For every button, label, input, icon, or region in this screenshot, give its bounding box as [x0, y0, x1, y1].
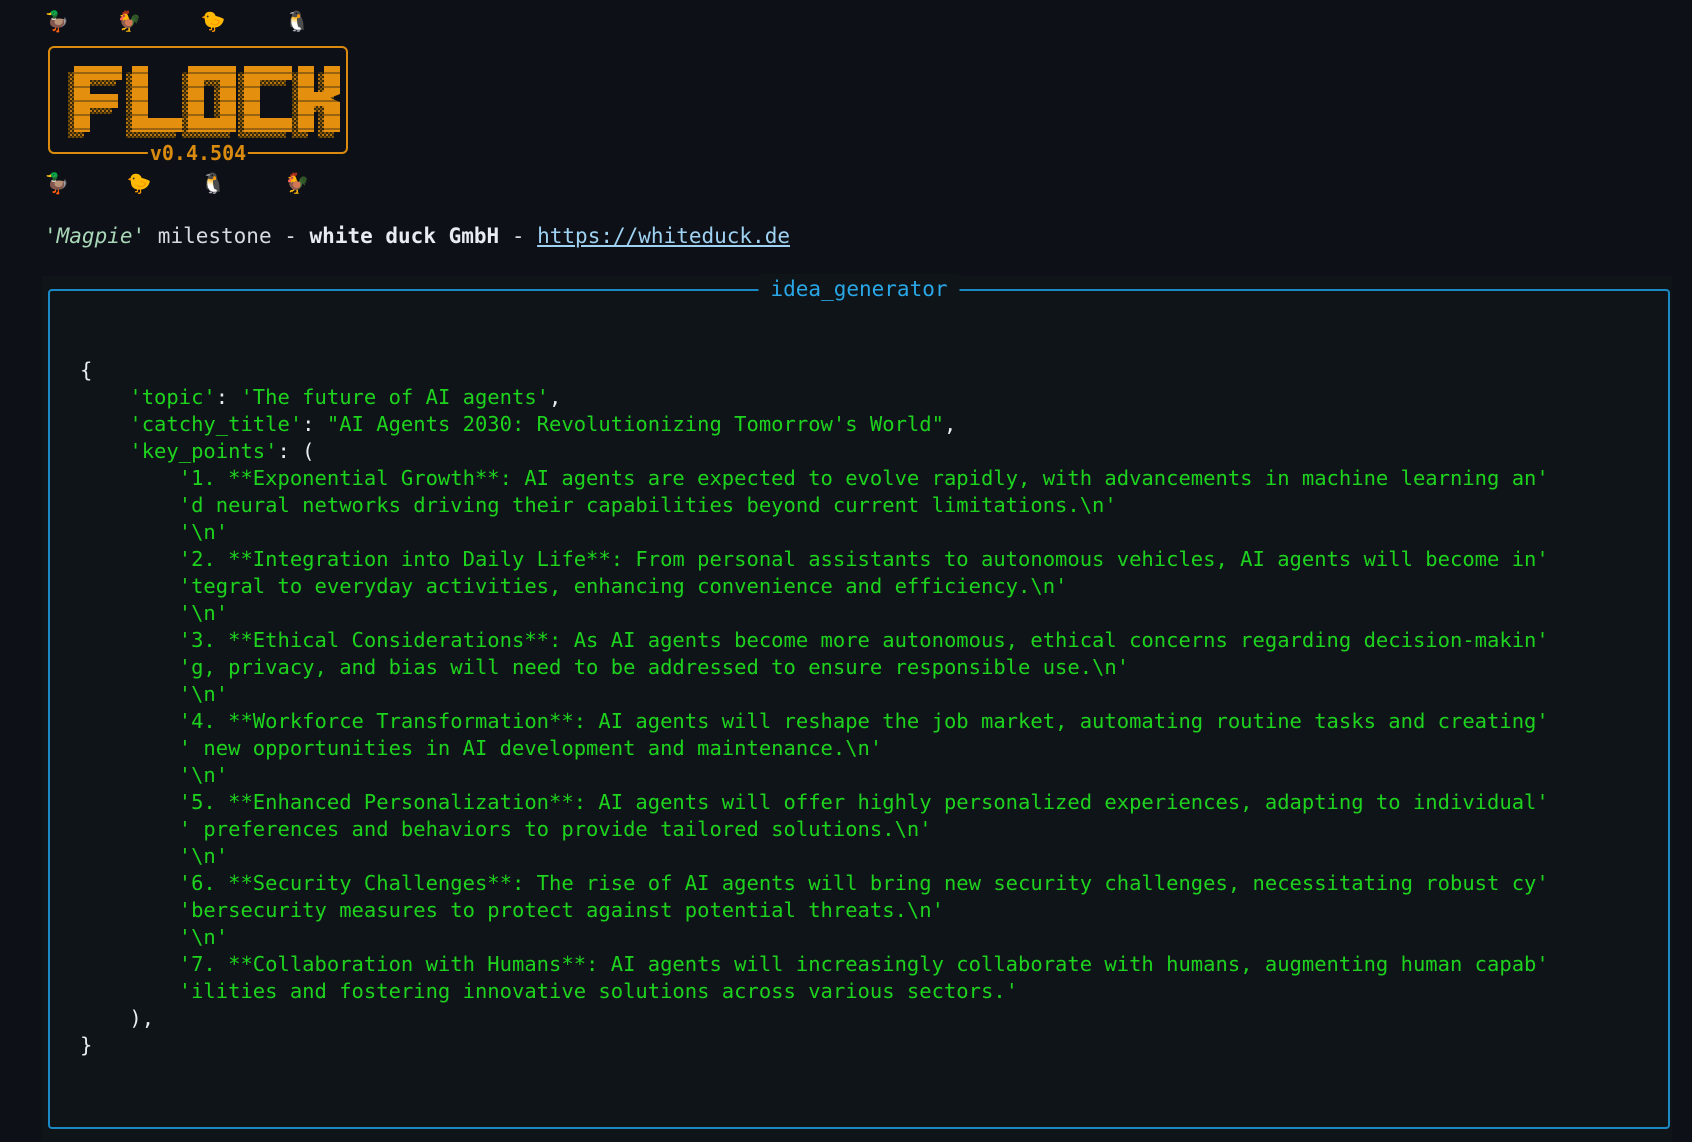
code-line: '\n' [80, 762, 1549, 789]
code-token: '\n' [178, 520, 229, 544]
code-token: : [302, 412, 327, 436]
code-token: , [549, 385, 562, 409]
code-line: 'key_points': ( [80, 438, 1549, 465]
code-token: '4. **Workforce Transformation**: AI age… [178, 709, 1549, 733]
code-token: '1. **Exponential Growth**: AI agents ar… [178, 466, 1549, 490]
code-token: 'ilities and fostering innovative soluti… [178, 979, 1019, 1003]
code-line: 'g, privacy, and bias will need to be ad… [80, 654, 1549, 681]
code-line: 'bersecurity measures to protect against… [80, 897, 1549, 924]
code-token: 'bersecurity measures to protect against… [178, 898, 944, 922]
code-line: 'tegral to everyday activities, enhancin… [80, 573, 1549, 600]
code-token: '\n' [178, 925, 229, 949]
code-token: '5. **Enhanced Personalization**: AI age… [178, 790, 1549, 814]
milestone-suffix: milestone - [145, 224, 310, 248]
code-line: 'catchy_title': "AI Agents 2030: Revolut… [80, 411, 1549, 438]
code-line: '2. **Integration into Daily Life**: Fro… [80, 546, 1549, 573]
emoji-row-bottom: 🦆 🐤 🐧 🐓 [0, 170, 400, 196]
code-line: '7. **Collaboration with Humans**: AI ag… [80, 951, 1549, 978]
code-line: '\n' [80, 519, 1549, 546]
code-token: 'd neural networks driving their capabil… [178, 493, 1117, 517]
company-name: white duck GmbH [309, 224, 500, 248]
code-token: ' preferences and behaviors to provide t… [178, 817, 932, 841]
milestone-line: 'Magpie' milestone - white duck GmbH - h… [44, 222, 790, 250]
code-token: } [80, 1033, 93, 1057]
code-token: '2. **Integration into Daily Life**: Fro… [178, 547, 1549, 571]
code-line: '6. **Security Challenges**: The rise of… [80, 870, 1549, 897]
separator: - [499, 224, 538, 248]
code-line: '\n' [80, 681, 1549, 708]
code-token: , [943, 412, 957, 436]
duck-icon: 🦆 [44, 9, 70, 33]
rooster-icon: 🐓 [284, 171, 310, 195]
code-line: 'd neural networks driving their capabil… [80, 492, 1549, 519]
penguin-icon: 🐧 [284, 9, 310, 33]
code-line: ' preferences and behaviors to provide t… [80, 816, 1549, 843]
code-token: 'key_points' [129, 439, 278, 463]
code-line: { [80, 357, 1549, 384]
code-token: ' new opportunities in AI development an… [178, 736, 883, 760]
code-line: 'topic': 'The future of AI agents', [80, 384, 1549, 411]
code-token: 'catchy_title' [129, 412, 303, 436]
code-token: ), [129, 1006, 155, 1030]
code-token: '\n' [178, 763, 229, 787]
website-link[interactable]: https://whiteduck.de [537, 224, 790, 248]
code-line: '1. **Exponential Growth**: AI agents ar… [80, 465, 1549, 492]
code-line: } [80, 1032, 1549, 1059]
penguin-icon: 🐧 [200, 171, 226, 195]
code-line: '\n' [80, 924, 1549, 951]
code-line: '4. **Workforce Transformation**: AI age… [80, 708, 1549, 735]
flock-logo: v0.4.504 [48, 46, 348, 164]
code-token: '7. **Collaboration with Humans**: AI ag… [178, 952, 1549, 976]
code-token: 'tegral to everyday activities, enhancin… [178, 574, 1068, 598]
code-line: '\n' [80, 600, 1549, 627]
chick-icon: 🐤 [126, 171, 152, 195]
code-token: "AI Agents 2030: Revolutionizing Tomorro… [326, 412, 944, 436]
emoji-row-top: 🦆 🐓 🐤 🐧 [0, 8, 400, 34]
code-token: '\n' [178, 601, 229, 625]
chick-icon: 🐤 [200, 9, 226, 33]
agent-output-code: { 'topic': 'The future of AI agents', 'c… [80, 357, 1549, 1059]
code-line: ), [80, 1005, 1549, 1032]
code-line: '5. **Enhanced Personalization**: AI age… [80, 789, 1549, 816]
code-token: '\n' [178, 682, 229, 706]
version-label: v0.4.504 [147, 141, 249, 165]
milestone-name: 'Magpie' [44, 224, 146, 248]
panel-title: idea_generator [758, 274, 960, 304]
code-token: 'g, privacy, and bias will need to be ad… [178, 655, 1130, 679]
code-token: '6. **Security Challenges**: The rise of… [178, 871, 1549, 895]
code-token: : ( [277, 439, 315, 463]
code-token: 'topic' [129, 385, 216, 409]
code-token: : [215, 385, 241, 409]
code-line: '\n' [80, 843, 1549, 870]
flock-logo-wordmark [68, 66, 340, 138]
code-token: { [80, 358, 93, 382]
code-token: 'The future of AI agents' [240, 385, 550, 409]
code-line: 'ilities and fostering innovative soluti… [80, 978, 1549, 1005]
rooster-icon: 🐓 [116, 9, 142, 33]
code-token: '3. **Ethical Considerations**: As AI ag… [178, 628, 1549, 652]
duck-icon: 🦆 [44, 171, 70, 195]
code-token: '\n' [178, 844, 229, 868]
code-line: '3. **Ethical Considerations**: As AI ag… [80, 627, 1549, 654]
code-line: ' new opportunities in AI development an… [80, 735, 1549, 762]
agent-output-panel: idea_generator { 'topic': 'The future of… [48, 274, 1670, 1129]
